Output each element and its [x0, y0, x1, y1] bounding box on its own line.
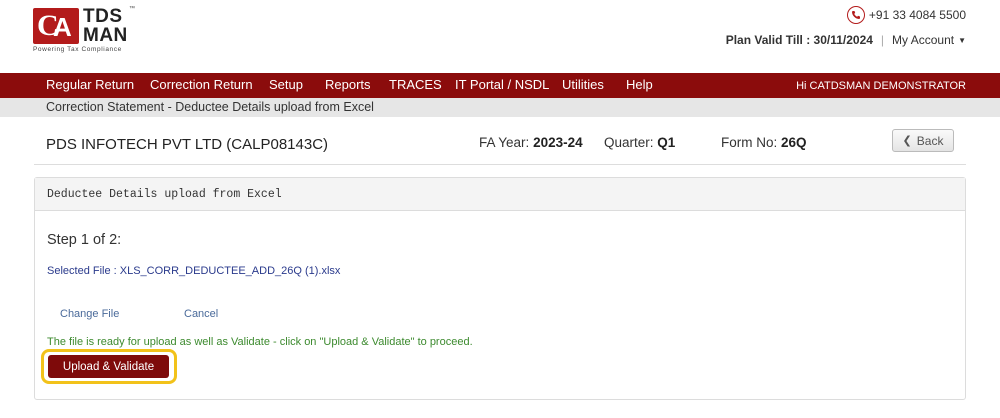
selected-file-text: Selected File : XLS_CORR_DEDUCTEE_ADD_26…: [47, 265, 341, 277]
panel-heading-text: Deductee Details upload from Excel: [47, 188, 282, 201]
quarter: Quarter: Q1: [604, 135, 675, 150]
back-button-label: Back: [916, 133, 944, 148]
logo-line1: TDS: [83, 6, 123, 27]
breadcrumb: Correction Statement - Deductee Details …: [0, 98, 1000, 117]
plan-valid-till: Plan Valid Till : 30/11/2024: [725, 33, 873, 47]
form-no-value: 26Q: [781, 135, 807, 150]
header-separator: |: [880, 33, 885, 47]
nav-correction-return[interactable]: Correction Return: [150, 77, 253, 92]
phone-icon: [846, 6, 865, 24]
logo-tagline: Powering Tax Compliance: [33, 46, 122, 53]
change-file-link[interactable]: Change File: [60, 308, 119, 320]
nav-utilities[interactable]: Utilities: [562, 77, 604, 92]
nav-regular-return[interactable]: Regular Return: [46, 77, 134, 92]
step-indicator: Step 1 of 2:: [47, 232, 122, 248]
nav-it-portal-nsdl[interactable]: IT Portal / NSDL: [455, 77, 549, 92]
cancel-link[interactable]: Cancel: [184, 308, 218, 320]
user-greeting[interactable]: Hi CATDSMAN DEMONSTRATOR: [796, 80, 966, 92]
fa-year-value: 2023-24: [533, 135, 583, 150]
caret-down-icon[interactable]: ▼: [958, 36, 966, 45]
account-area: Plan Valid Till : 30/11/2024 | My Accoun…: [726, 33, 966, 47]
upload-validate-button[interactable]: Upload & Validate: [48, 355, 169, 378]
upload-panel: Deductee Details upload from Excel Step …: [34, 177, 966, 400]
fa-year: FA Year: 2023-24: [479, 135, 583, 150]
logo-mark-a: A: [53, 12, 72, 42]
company-name: PDS INFOTECH PVT LTD (CALP08143C): [46, 136, 329, 153]
quarter-value: Q1: [657, 135, 676, 150]
logo-line2: MAN: [83, 25, 128, 46]
nav-traces[interactable]: TRACES: [389, 77, 442, 92]
back-button[interactable]: ❮ Back: [892, 129, 954, 152]
chevron-left-icon: ❮: [902, 135, 912, 147]
my-account-menu[interactable]: My Account: [892, 33, 954, 47]
phone-number: +91 33 4084 5500: [868, 8, 966, 22]
form-no: Form No: 26Q: [721, 135, 807, 150]
breadcrumb-text: Correction Statement - Deductee Details …: [46, 100, 374, 114]
quarter-label: Quarter:: [604, 135, 654, 150]
nav-setup[interactable]: Setup: [269, 77, 303, 92]
logo-text: TDS MAN: [83, 7, 128, 45]
nav-reports[interactable]: Reports: [325, 77, 371, 92]
logo-trademark: ™: [129, 6, 135, 12]
form-no-label: Form No:: [721, 135, 778, 150]
tdsman-logo[interactable]: C A TDS MAN ™ Powering Tax Compliance: [33, 6, 135, 54]
logo-mark: C A: [33, 8, 79, 44]
panel-heading: Deductee Details upload from Excel: [35, 178, 965, 211]
main-navbar: Regular Return Correction Return Setup R…: [0, 73, 1000, 98]
fa-year-label: FA Year:: [479, 135, 530, 150]
ready-message: The file is ready for upload as well as …: [47, 336, 473, 348]
divider: [34, 164, 966, 165]
phone-contact: +91 33 4084 5500: [846, 6, 966, 24]
nav-help[interactable]: Help: [626, 77, 653, 92]
